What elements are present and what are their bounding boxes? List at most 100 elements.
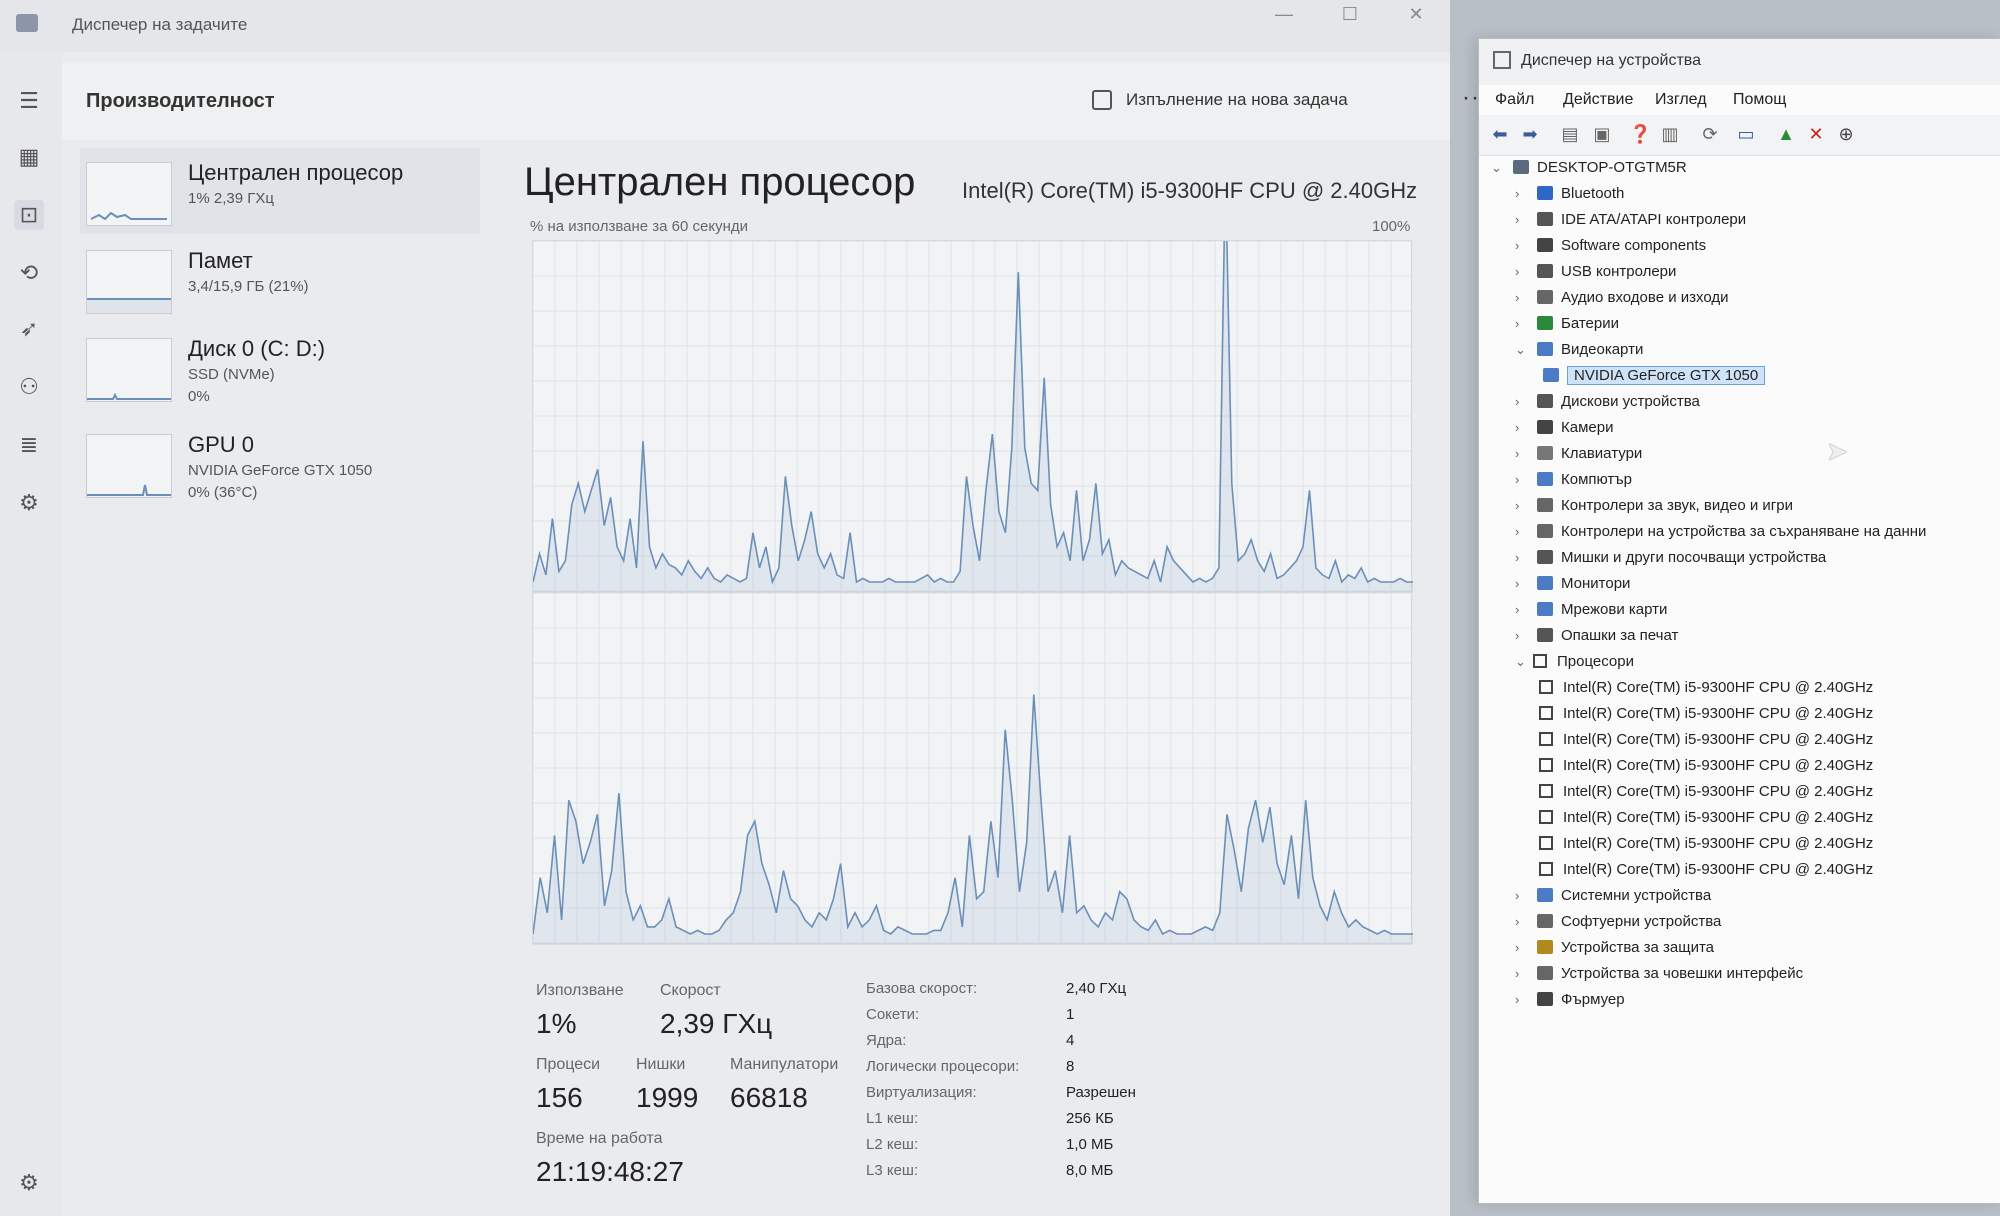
tree-row-16[interactable]: › Монитори <box>1515 575 1630 599</box>
tree-row-15[interactable]: › Мишки и други посочващи устройства <box>1515 549 1826 573</box>
view-icon[interactable]: ▥ <box>1659 123 1681 145</box>
menu-action[interactable]: Действие <box>1563 91 1633 109</box>
chevron-right-icon[interactable]: › <box>1515 992 1533 1007</box>
tree-row-7[interactable]: ⌄ Видеокарти <box>1515 341 1643 365</box>
chevron-right-icon[interactable]: › <box>1515 966 1533 981</box>
chevron-right-icon[interactable]: › <box>1515 602 1533 617</box>
perf-item-cpu[interactable]: Централен процесор 1% 2,39 ГХц <box>80 148 480 234</box>
tree-row-23[interactable]: Intel(R) Core(TM) i5-9300HF CPU @ 2.40GH… <box>1539 757 1873 781</box>
maximize-icon[interactable]: ☐ <box>1330 4 1370 28</box>
add-driver-icon[interactable]: ▲ <box>1775 123 1797 145</box>
tree-row-17[interactable]: › Мрежови карти <box>1515 601 1667 625</box>
chevron-right-icon[interactable]: › <box>1515 550 1533 565</box>
tree-row-29[interactable]: › Софтуерни устройства <box>1515 913 1721 937</box>
info-value-base-speed: 2,40 ГХц <box>1066 980 1127 997</box>
chevron-right-icon[interactable]: › <box>1515 186 1533 201</box>
new-task-button[interactable]: Изпълнение на нова задача <box>1126 90 1348 110</box>
tree-row-label: Устройства за човешки интерфейс <box>1561 965 1804 982</box>
chevron-right-icon[interactable]: › <box>1515 238 1533 253</box>
chevron-right-icon[interactable]: › <box>1515 446 1533 461</box>
tree-row-18[interactable]: › Опашки за печат <box>1515 627 1678 651</box>
tree-row-27[interactable]: Intel(R) Core(TM) i5-9300HF CPU @ 2.40GH… <box>1539 861 1873 885</box>
chevron-down-icon[interactable]: ⌄ <box>1491 160 1509 176</box>
menu-help[interactable]: Помощ <box>1733 91 1786 109</box>
download-icon[interactable]: ⊕ <box>1835 123 1857 145</box>
chevron-right-icon[interactable]: › <box>1515 316 1533 331</box>
security-icon <box>1537 940 1553 954</box>
tree-row-30[interactable]: › Устройства за защита <box>1515 939 1714 963</box>
chevron-right-icon[interactable]: › <box>1515 394 1533 409</box>
printer-icon <box>1537 628 1553 642</box>
perf-item-gpu[interactable]: GPU 0 NVIDIA GeForce GTX 1050 0% (36°C) <box>80 420 480 506</box>
chevron-right-icon[interactable]: › <box>1515 940 1533 955</box>
chevron-right-icon[interactable]: › <box>1515 472 1533 487</box>
chevron-down-icon[interactable]: ⌄ <box>1515 654 1533 670</box>
chevron-right-icon[interactable]: › <box>1515 576 1533 591</box>
tree-row-4[interactable]: › USB контролери <box>1515 263 1676 287</box>
properties-icon[interactable]: ▤ <box>1559 123 1581 145</box>
device-manager-title: Диспечер на устройства <box>1521 52 1701 69</box>
performance-icon[interactable]: ⊡ <box>14 200 44 230</box>
processes-icon[interactable]: ▦ <box>14 142 44 172</box>
tree-row-0[interactable]: ⌄ DESKTOP-OTGTM5R <box>1491 159 1687 183</box>
tree-row-22[interactable]: Intel(R) Core(TM) i5-9300HF CPU @ 2.40GH… <box>1539 731 1873 755</box>
tree-row-1[interactable]: › Bluetooth <box>1515 185 1624 209</box>
chevron-right-icon[interactable]: › <box>1515 264 1533 279</box>
tree-row-20[interactable]: Intel(R) Core(TM) i5-9300HF CPU @ 2.40GH… <box>1539 679 1873 703</box>
menu-file[interactable]: Файл <box>1495 91 1534 109</box>
tree-row-25[interactable]: Intel(R) Core(TM) i5-9300HF CPU @ 2.40GH… <box>1539 809 1873 833</box>
device-manager-app-icon <box>1493 51 1511 69</box>
monitor-icon[interactable]: ▭ <box>1735 123 1757 145</box>
tree-row-14[interactable]: › Контролери на устройства за съхраняване… <box>1515 523 1926 547</box>
tree-row-label: Intel(R) Core(TM) i5-9300HF CPU @ 2.40GH… <box>1563 783 1874 800</box>
new-task-icon[interactable] <box>1092 90 1112 110</box>
tree-row-2[interactable]: › IDE ATA/ATAPI контролери <box>1515 211 1746 235</box>
chevron-right-icon[interactable]: › <box>1515 290 1533 305</box>
chevron-right-icon[interactable]: › <box>1515 212 1533 227</box>
app-history-icon[interactable]: ⟲ <box>14 258 44 288</box>
tree-row-21[interactable]: Intel(R) Core(TM) i5-9300HF CPU @ 2.40GH… <box>1539 705 1873 729</box>
tree-row-10[interactable]: › Камери <box>1515 419 1613 443</box>
chevron-right-icon[interactable]: › <box>1515 498 1533 513</box>
perf-item-memory[interactable]: Памет 3,4/15,9 ГБ (21%) <box>80 236 480 322</box>
users-icon[interactable]: ⚇ <box>14 372 44 402</box>
services-icon[interactable]: ⚙ <box>14 488 44 518</box>
remove-icon[interactable]: ✕ <box>1805 123 1827 145</box>
tree-row-12[interactable]: › Компютър <box>1515 471 1632 495</box>
hamburger-icon[interactable]: ☰ <box>14 86 44 116</box>
cpu-icon <box>1539 732 1553 746</box>
chevron-right-icon[interactable]: › <box>1515 914 1533 929</box>
tree-row-32[interactable]: › Фърмуер <box>1515 991 1625 1015</box>
tree-row-9[interactable]: › Дискови устройства <box>1515 393 1700 417</box>
chevron-down-icon[interactable]: ⌄ <box>1515 342 1533 358</box>
close-icon[interactable]: ✕ <box>1396 4 1436 28</box>
tree-row-6[interactable]: › Батерии <box>1515 315 1619 339</box>
back-icon[interactable]: ⬅ <box>1489 123 1511 145</box>
tree-row-5[interactable]: › Аудио входове и изходи <box>1515 289 1728 313</box>
scan-icon[interactable]: ⟳ <box>1699 123 1721 145</box>
chevron-right-icon[interactable]: › <box>1515 888 1533 903</box>
chevron-right-icon[interactable]: › <box>1515 524 1533 539</box>
info-label-cores: Ядра: <box>866 1032 907 1049</box>
tree-row-11[interactable]: › Клавиатури <box>1515 445 1642 469</box>
tree-row-19[interactable]: ⌄ Процесори <box>1515 653 1634 677</box>
tree-row-8[interactable]: NVIDIA GeForce GTX 1050 <box>1539 366 1766 391</box>
chevron-right-icon[interactable]: › <box>1515 628 1533 643</box>
tree-row-24[interactable]: Intel(R) Core(TM) i5-9300HF CPU @ 2.40GH… <box>1539 783 1873 807</box>
settings-icon[interactable]: ⚙ <box>14 1168 44 1198</box>
forward-icon[interactable]: ➡ <box>1519 123 1541 145</box>
help-icon[interactable]: ❓ <box>1629 123 1651 145</box>
perf-item-disk[interactable]: Диск 0 (C: D:) SSD (NVMe) 0% <box>80 324 480 410</box>
details-icon[interactable]: ≣ <box>14 430 44 460</box>
minimize-icon[interactable]: — <box>1264 4 1304 28</box>
device-manager-titlebar: Диспечер на устройства <box>1479 39 2000 85</box>
update-icon[interactable]: ▣ <box>1591 123 1613 145</box>
chevron-right-icon[interactable]: › <box>1515 420 1533 435</box>
startup-icon[interactable]: ➶ <box>14 314 44 344</box>
tree-row-26[interactable]: Intel(R) Core(TM) i5-9300HF CPU @ 2.40GH… <box>1539 835 1873 859</box>
tree-row-31[interactable]: › Устройства за човешки интерфейс <box>1515 965 1803 989</box>
tree-row-3[interactable]: › Software components <box>1515 237 1706 261</box>
tree-row-13[interactable]: › Контролери за звук, видео и игри <box>1515 497 1793 521</box>
menu-view[interactable]: Изглед <box>1655 91 1707 109</box>
tree-row-28[interactable]: › Системни устройства <box>1515 887 1711 911</box>
